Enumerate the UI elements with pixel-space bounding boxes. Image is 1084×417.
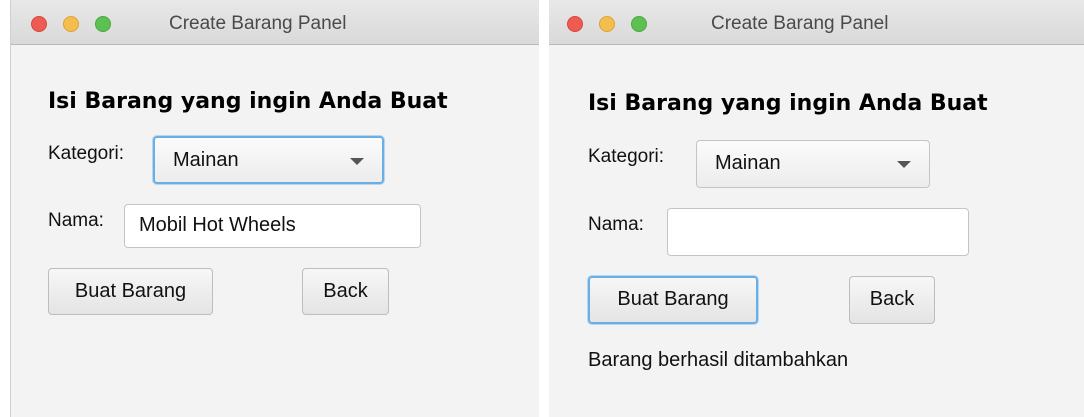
title-bar: Create Barang Panel bbox=[11, 0, 539, 45]
create-barang-window-1: Create Barang Panel Isi Barang yang ingi… bbox=[10, 0, 539, 417]
buat-barang-button[interactable]: Buat Barang bbox=[48, 268, 213, 315]
minimize-window-icon[interactable] bbox=[63, 16, 79, 32]
maximize-window-icon[interactable] bbox=[95, 16, 111, 32]
chevron-down-icon bbox=[350, 158, 364, 165]
close-window-icon[interactable] bbox=[31, 16, 47, 32]
nama-label: Nama: bbox=[588, 214, 644, 235]
kategori-label: Kategori: bbox=[588, 146, 665, 167]
kategori-selected-value: Mainan bbox=[715, 152, 781, 174]
status-message: Barang berhasil ditambahkan bbox=[588, 349, 849, 371]
kategori-label: Kategori: bbox=[48, 143, 125, 164]
buat-barang-button[interactable]: Buat Barang bbox=[588, 276, 758, 324]
nama-input[interactable] bbox=[667, 208, 969, 256]
window-title: Create Barang Panel bbox=[169, 13, 347, 34]
nama-input[interactable]: Mobil Hot Wheels bbox=[124, 204, 421, 248]
kategori-selected-value: Mainan bbox=[173, 149, 239, 171]
kategori-dropdown[interactable]: Mainan bbox=[696, 140, 930, 188]
create-barang-window-2: Create Barang Panel Isi Barang yang ingi… bbox=[549, 0, 1084, 417]
back-button[interactable]: Back bbox=[302, 268, 389, 315]
close-window-icon[interactable] bbox=[567, 16, 583, 32]
kategori-dropdown[interactable]: Mainan bbox=[153, 136, 384, 184]
form-heading: Isi Barang yang ingin Anda Buat bbox=[48, 89, 448, 114]
maximize-window-icon[interactable] bbox=[631, 16, 647, 32]
window-title: Create Barang Panel bbox=[711, 13, 889, 34]
back-button[interactable]: Back bbox=[849, 276, 935, 324]
minimize-window-icon[interactable] bbox=[599, 16, 615, 32]
nama-label: Nama: bbox=[48, 210, 104, 231]
chevron-down-icon bbox=[897, 161, 911, 168]
form-heading: Isi Barang yang ingin Anda Buat bbox=[588, 91, 988, 116]
title-bar: Create Barang Panel bbox=[549, 0, 1084, 45]
